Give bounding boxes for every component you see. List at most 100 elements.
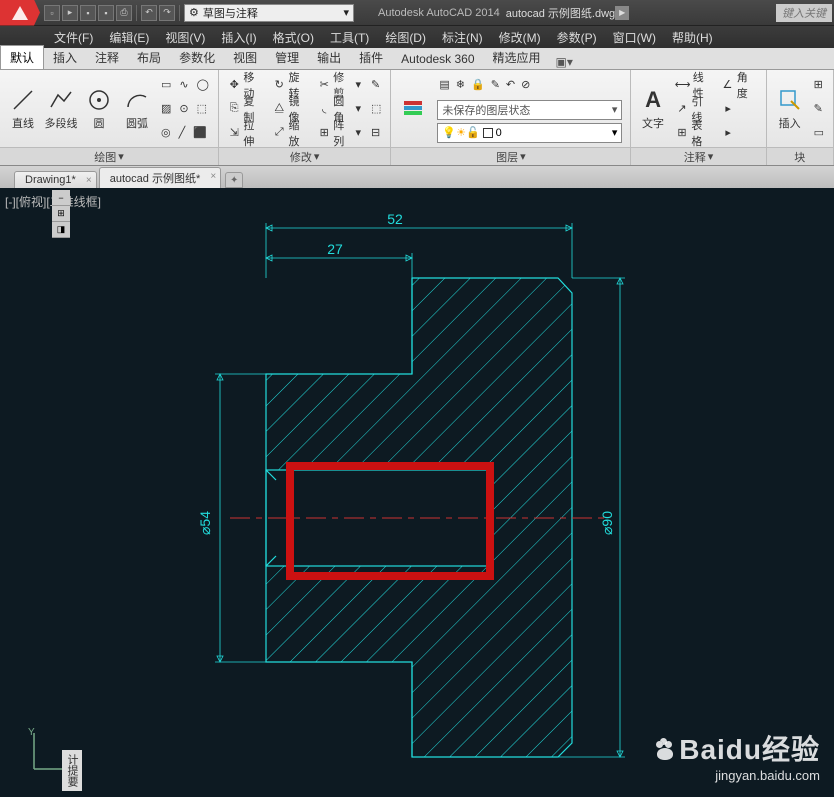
panel-annotation: A文字 ⟷线性 ↗引线 ⊞表格 ∠角度 ▸ ▸ 注释 ▾ xyxy=(631,70,766,165)
panel-block-title[interactable]: 块 xyxy=(767,147,833,165)
dim-d90: ⌀90 xyxy=(599,511,615,535)
menu-modify[interactable]: 修改(M) xyxy=(491,29,549,46)
qat-open-icon[interactable]: ▸ xyxy=(62,5,78,21)
layer-state-dropdown[interactable]: 未保存的图层状态▾ xyxy=(437,100,622,120)
ribbon-tab-featured[interactable]: 精选应用 xyxy=(484,46,550,69)
app-logo[interactable] xyxy=(0,0,40,26)
layer-prev-icon[interactable]: ↶ xyxy=(504,74,517,96)
layer-iso-icon[interactable]: ▤ xyxy=(437,74,451,96)
stretch-button[interactable]: ⇲拉伸 xyxy=(225,122,266,144)
rect-icon[interactable]: ▭ xyxy=(158,74,174,96)
ribbon-tab-layout[interactable]: 布局 xyxy=(128,46,170,69)
dim-27: 27 xyxy=(327,241,343,257)
paw-icon xyxy=(653,740,677,764)
file-tab-sample[interactable]: autocad 示例图纸*× xyxy=(99,167,221,188)
close-icon[interactable]: × xyxy=(210,171,216,182)
misc-icon[interactable]: ⬛ xyxy=(190,122,210,144)
ribbon-tab-insert[interactable]: 插入 xyxy=(44,46,86,69)
menu-insert[interactable]: 插入(I) xyxy=(213,29,264,46)
line-button[interactable]: 直线 xyxy=(4,85,42,133)
ribbon-tab-plugin[interactable]: 插件 xyxy=(350,46,392,69)
side-palette-label[interactable]: 计提要 xyxy=(62,750,82,791)
qat-print-icon[interactable]: ⎙ xyxy=(116,5,132,21)
infocenter-search[interactable]: 键入关键 xyxy=(776,4,832,22)
point-icon[interactable]: ⊙ xyxy=(176,98,191,120)
dim-d54: ⌀54 xyxy=(197,511,213,535)
qat-undo-icon[interactable]: ↶ xyxy=(141,5,157,21)
layer-properties-button[interactable] xyxy=(395,93,433,125)
ribbon-tab-a360[interactable]: Autodesk 360 xyxy=(392,49,483,69)
leader2-icon[interactable]: ▸ xyxy=(718,98,759,120)
dim-52: 52 xyxy=(387,211,403,227)
panel-modify-title[interactable]: 修改 ▾ xyxy=(219,147,390,165)
panel-block: 插入 ⊞ ✎ ▭ 块 xyxy=(767,70,834,165)
donut-icon[interactable]: ◎ xyxy=(158,122,174,144)
menu-file[interactable]: 文件(F) xyxy=(46,29,101,46)
ribbon-tab-manage[interactable]: 管理 xyxy=(266,46,308,69)
layer-dropdown[interactable]: 💡☀🔓 0▾ xyxy=(437,123,622,143)
create-block-icon[interactable]: ⊞ xyxy=(811,74,827,96)
attr-block-icon[interactable]: ▭ xyxy=(811,122,827,144)
drawing-area[interactable]: [-][俯视][二维线框] − ⊞ ◨ xyxy=(0,188,834,797)
app-title: Autodesk AutoCAD 2014 xyxy=(378,7,500,19)
text-button[interactable]: A文字 xyxy=(635,85,670,133)
svg-text:Y: Y xyxy=(28,727,35,738)
offset-icon[interactable]: ⊟ xyxy=(368,122,384,144)
table2-icon[interactable]: ▸ xyxy=(718,122,759,144)
layer-off-icon[interactable]: ⊘ xyxy=(519,74,532,96)
ribbon-tab-annotate[interactable]: 注释 xyxy=(86,46,128,69)
region-icon[interactable]: ⬚ xyxy=(194,98,210,120)
circle-button[interactable]: 圆 xyxy=(80,85,118,133)
table-button[interactable]: ⊞表格 xyxy=(673,122,714,144)
panel-layer: ▤ ❄ 🔒 ✎ ↶ ⊘ 未保存的图层状态▾ 💡☀🔓 0▾ 图层 ▾ xyxy=(391,70,631,165)
ribbon-tab-output[interactable]: 输出 xyxy=(308,46,350,69)
qat-redo-icon[interactable]: ↷ xyxy=(159,5,175,21)
qat-saveas-icon[interactable]: ▪ xyxy=(98,5,114,21)
insert-block-button[interactable]: 插入 xyxy=(771,85,809,133)
drawing-canvas[interactable]: 52 27 ⌀54 ⌀90 xyxy=(0,188,834,797)
ribbon-tabs: 默认 插入 注释 布局 参数化 视图 管理 输出 插件 Autodesk 360… xyxy=(0,48,834,70)
edit-block-icon[interactable]: ✎ xyxy=(811,98,827,120)
polyline-button[interactable]: 多段线 xyxy=(42,85,80,133)
layer-match-icon[interactable]: ✎ xyxy=(489,74,502,96)
new-tab-icon[interactable]: ✦ xyxy=(225,172,243,188)
draw-small-grid: ▭∿◯ ▨⊙⬚ ◎╱⬛ xyxy=(156,74,214,144)
title-play-icon[interactable]: ▶ xyxy=(615,6,629,20)
menu-bar: 文件(F) 编辑(E) 视图(V) 插入(I) 格式(O) 工具(T) 绘图(D… xyxy=(0,26,834,48)
ellipse-icon[interactable]: ◯ xyxy=(194,74,212,96)
array-button[interactable]: ⊞阵列 ▾ xyxy=(315,122,364,144)
workspace-dropdown[interactable]: ⚙ 草图与注释 ▾ xyxy=(184,4,354,22)
menu-tools[interactable]: 工具(T) xyxy=(322,29,377,46)
menu-draw[interactable]: 绘图(D) xyxy=(377,29,434,46)
menu-view[interactable]: 视图(V) xyxy=(157,29,213,46)
close-icon[interactable]: × xyxy=(86,175,92,186)
spline-icon[interactable]: ∿ xyxy=(176,74,191,96)
hatch-icon[interactable]: ▨ xyxy=(158,98,174,120)
panel-draw-title[interactable]: 绘图 ▾ xyxy=(0,147,218,165)
explode-icon[interactable]: ⬚ xyxy=(368,98,384,120)
scale-button[interactable]: ⤢缩放 xyxy=(270,122,311,144)
file-tab-drawing1[interactable]: Drawing1*× xyxy=(14,171,97,188)
panel-layer-title[interactable]: 图层 ▾ xyxy=(391,147,630,165)
ribbon-tab-param[interactable]: 参数化 xyxy=(170,46,224,69)
watermark: Baidu经验 jingyan.baidu.com xyxy=(653,728,820,783)
ribbon-tab-view[interactable]: 视图 xyxy=(224,46,266,69)
ribbon-tab-default[interactable]: 默认 xyxy=(0,45,44,69)
menu-format[interactable]: 格式(O) xyxy=(265,29,322,46)
quick-access-toolbar: ▫ ▸ ▪ ▪ ⎙ ↶ ↷ ⚙ 草图与注释 ▾ xyxy=(40,4,358,22)
menu-param[interactable]: 参数(P) xyxy=(549,29,605,46)
qat-new-icon[interactable]: ▫ xyxy=(44,5,60,21)
xline-icon[interactable]: ╱ xyxy=(176,122,189,144)
menu-edit[interactable]: 编辑(E) xyxy=(101,29,157,46)
panel-annotation-title[interactable]: 注释 ▾ xyxy=(631,147,765,165)
menu-help[interactable]: 帮助(H) xyxy=(664,29,721,46)
layer-freeze-icon[interactable]: ❄ xyxy=(454,74,467,96)
qat-save-icon[interactable]: ▪ xyxy=(80,5,96,21)
arc-button[interactable]: 圆弧 xyxy=(118,85,156,133)
layer-lock-icon[interactable]: 🔒 xyxy=(469,74,487,96)
erase-icon[interactable]: ✎ xyxy=(368,74,384,96)
ribbon-expand-icon[interactable]: ▣▾ xyxy=(556,55,573,69)
angle-dim-button[interactable]: ∠角度 xyxy=(718,74,759,96)
menu-window[interactable]: 窗口(W) xyxy=(605,29,664,46)
menu-dim[interactable]: 标注(N) xyxy=(434,29,491,46)
